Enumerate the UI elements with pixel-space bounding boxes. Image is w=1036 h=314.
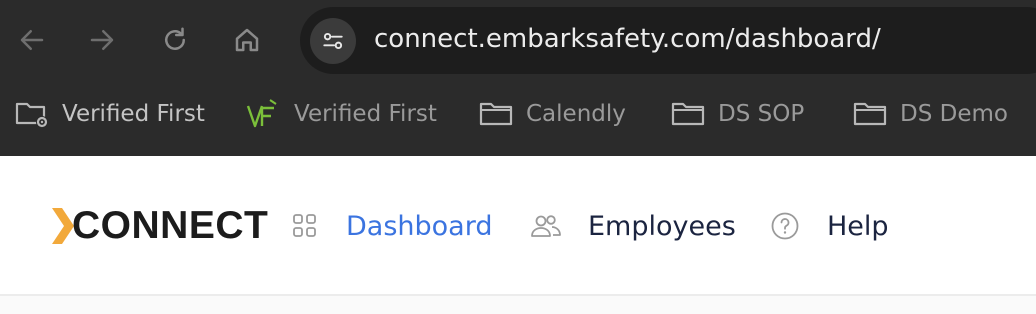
bookmarks-bar: Verified First Verified First Calendly D… [0,90,1036,138]
nav-item-employees[interactable]: Employees [530,204,736,248]
users-icon [531,215,561,237]
folder-icon [671,102,705,126]
bookmark-label: DS Demo [900,101,1008,127]
bookmark-label: DS SOP [718,101,805,127]
verified-first-logo-icon [246,99,277,128]
bookmark-verified-first[interactable]: Verified First [246,90,437,138]
bookmark-folder-ds-demo[interactable]: DS Demo [852,90,1008,138]
folder-icon [479,102,513,126]
bookmark-folder-ds-sop[interactable]: DS SOP [670,90,804,138]
url-text[interactable]: connect.embarksafety.com/dashboard/ [374,24,881,54]
home-button[interactable] [229,20,265,60]
content-area [0,296,1036,314]
nav-label-dashboard: Dashboard [346,210,493,242]
folder-gear-icon [15,102,48,128]
forward-arrow-icon [90,30,114,50]
reload-icon [165,27,185,50]
bookmark-label: Verified First [62,101,205,127]
help-circle-icon [771,212,799,240]
app-header: CONNECT Dashboard Employees Help [0,156,1036,294]
tune-icon [323,32,343,50]
home-icon [235,28,259,52]
site-info-button[interactable] [310,18,356,64]
nav-label-help: Help [827,210,889,242]
folder-icon [853,102,887,126]
grid-icon [293,214,316,237]
address-bar[interactable]: connect.embarksafety.com/dashboard/ [300,7,1036,74]
back-button[interactable] [14,20,50,60]
bookmark-label: Calendly [526,101,626,127]
nav-item-help[interactable]: Help [770,204,889,248]
bookmark-label: Verified First [294,101,437,127]
forward-button[interactable] [84,20,120,60]
browser-chrome: connect.embarksafety.com/dashboard/ Veri… [0,0,1036,156]
back-arrow-icon [20,30,44,50]
nav-item-dashboard[interactable]: Dashboard [292,204,492,248]
connect-logo[interactable]: CONNECT [50,204,268,248]
bookmark-folder-verified-first[interactable]: Verified First [14,90,205,138]
browser-toolbar: connect.embarksafety.com/dashboard/ [0,0,1036,82]
nav-label-employees: Employees [588,210,736,242]
bookmark-folder-calendly[interactable]: Calendly [478,90,626,138]
brand-name: CONNECT [72,204,269,247]
reload-button[interactable] [157,20,193,60]
